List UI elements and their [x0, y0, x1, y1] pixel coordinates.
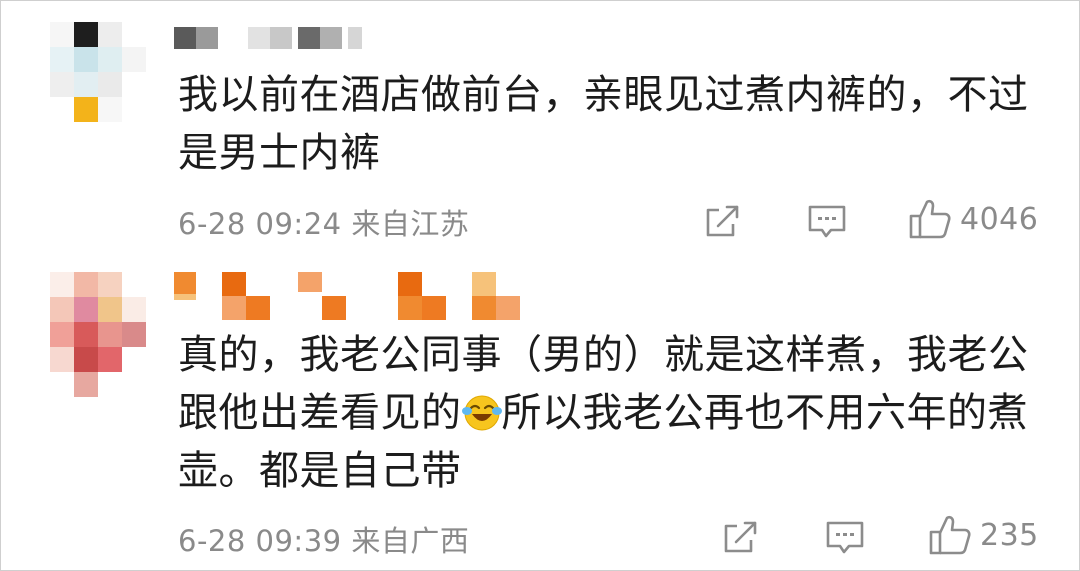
share-icon [724, 521, 757, 553]
thumbs-up-icon [929, 515, 971, 555]
comment-item: 真的，我老公同事（男的）就是这样煮，我老公 跟他出差看见的 所以我老公再也不用六… [0, 0, 1080, 558]
avatar[interactable] [50, 272, 146, 397]
share-button[interactable] [721, 518, 761, 558]
comment-text-segment: 所以我老公再也不用六年的煮 [501, 390, 1028, 436]
comment-icon [826, 521, 864, 554]
comment-text: 真的，我老公同事（男的）就是这样煮，我老公 跟他出差看见的 所以我老公再也不用六… [178, 326, 1029, 500]
comment-text-line: 跟他出差看见的 所以我老公再也不用六年的煮 [178, 384, 1029, 442]
like-count: 235 [980, 517, 1039, 553]
comment-text-line: 壶。都是自己带 [178, 448, 462, 494]
like-button[interactable]: 235 [928, 513, 1039, 557]
reply-button[interactable] [825, 518, 865, 558]
timestamp: 6-28 09:39 [178, 524, 342, 558]
location: 来自广西 [351, 524, 470, 558]
comment-text-line: 真的，我老公同事（男的）就是这样煮，我老公 [178, 332, 1029, 378]
comment-text-segment: 跟他出差看见的 [178, 390, 462, 436]
comment-meta: 6-28 09:39 来自广西 [178, 518, 469, 560]
laughing-crying-emoji-icon [461, 395, 502, 431]
